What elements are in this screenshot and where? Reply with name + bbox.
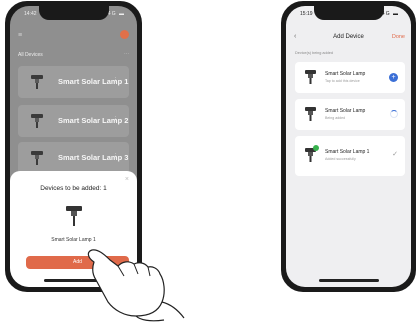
- device-row[interactable]: Smart Solar Lamp Being added: [295, 99, 405, 130]
- notch: [38, 6, 109, 20]
- device-name: Smart Solar Lamp: [325, 108, 366, 114]
- status-time: 15:19: [300, 11, 313, 17]
- notification-badge[interactable]: [120, 30, 129, 39]
- status-time: 14:42: [24, 11, 37, 17]
- device-row[interactable]: Smart Solar Lamp Tap to add this device …: [295, 62, 405, 93]
- sheet-title: Devices to be added: 1: [40, 185, 107, 192]
- chevron-right-icon: ⋮: [112, 116, 119, 123]
- section-hint: Device(s) being added: [295, 51, 333, 55]
- device-status: Added successfully: [325, 157, 356, 161]
- section-header: All Devices ···: [18, 51, 129, 58]
- device-status: Tap to add this device: [325, 79, 360, 83]
- add-plus-icon[interactable]: +: [389, 73, 398, 82]
- more-icon[interactable]: ···: [124, 51, 129, 57]
- solar-lamp-icon: [65, 206, 82, 226]
- menu-icon[interactable]: ≡: [18, 32, 22, 39]
- chevron-right-icon: ⋮: [112, 153, 119, 160]
- edit-icon[interactable]: ✓: [392, 150, 398, 158]
- solar-lamp-icon: [305, 107, 316, 121]
- solar-lamp-icon: [31, 151, 43, 165]
- section-title: All Devices: [18, 52, 43, 58]
- stage: 14:42 ..ll 4G ▬ ≡ All Devices ··· Smart …: [0, 0, 417, 323]
- close-icon[interactable]: ×: [125, 176, 129, 183]
- device-card[interactable]: Smart Solar Lamp 2 ⋮: [18, 105, 129, 137]
- device-row[interactable]: Smart Solar Lamp 1 Added successfully ✓: [295, 136, 405, 176]
- add-device-screen: 15:19 ..ll 4G ▬ ‹ Add Device Done Device…: [286, 6, 411, 287]
- nav-bar: ‹ Add Device Done: [286, 33, 411, 45]
- notch: [313, 6, 384, 20]
- app-header: ≡: [18, 30, 129, 46]
- solar-lamp-icon: [31, 114, 43, 128]
- loading-spinner-icon: [390, 110, 398, 118]
- phone-right: 15:19 ..ll 4G ▬ ‹ Add Device Done Device…: [281, 1, 416, 292]
- device-card[interactable]: Smart Solar Lamp 3 ⋮: [18, 142, 129, 174]
- solar-lamp-icon: [31, 75, 43, 89]
- device-name: Smart Solar Lamp: [325, 71, 366, 77]
- device-status: Being added: [325, 116, 346, 120]
- solar-lamp-icon: [305, 70, 316, 84]
- success-dot-icon: [313, 145, 319, 151]
- device-card[interactable]: Smart Solar Lamp 1 ⋮: [18, 66, 129, 98]
- home-indicator: [318, 279, 379, 282]
- chevron-right-icon: ⋮: [112, 77, 119, 84]
- device-name: Smart Solar Lamp 1: [325, 149, 370, 155]
- done-button[interactable]: Done: [392, 34, 405, 40]
- hand-tap-illustration: [87, 249, 185, 322]
